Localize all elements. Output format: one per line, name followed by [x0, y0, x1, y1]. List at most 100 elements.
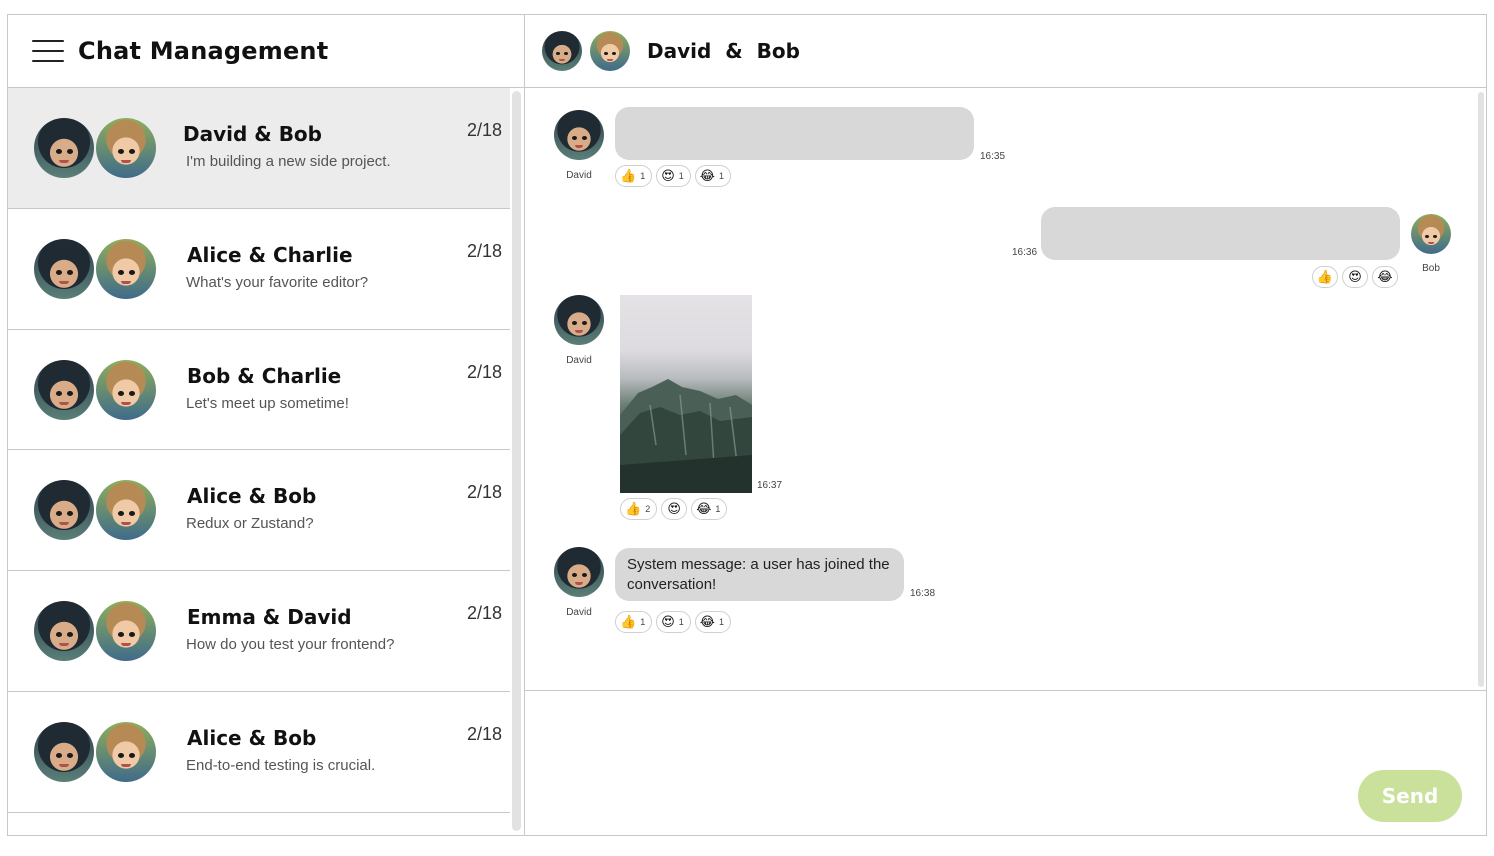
reaction-laughing[interactable]: 😂 1 [694, 165, 731, 187]
chat-panel: David & Bob David 16:35 👍 1 😍 1 😂 1 16:36 B… [525, 15, 1486, 835]
message-time: 16:36 [1012, 247, 1038, 258]
reaction-count: 1 [718, 171, 724, 181]
reaction-bar: 👍 1 😍 1 😂 1 [615, 165, 731, 187]
conversation-item[interactable]: Emma & David How do you test your fronte… [8, 571, 510, 692]
messages-scrollbar[interactable] [1478, 92, 1484, 687]
reaction-count: 1 [640, 617, 646, 627]
conversation-preview: I'm building a new side project. [186, 153, 391, 170]
sidebar-scrollbar[interactable] [512, 91, 521, 831]
conversation-avatars [34, 480, 156, 540]
laughing-icon: 😂 [699, 614, 715, 630]
heart-eyes-icon: 😍 [661, 614, 675, 630]
laughing-icon: 😂 [1377, 269, 1393, 285]
reaction-thumbs-up[interactable]: 👍 [1312, 266, 1338, 288]
reaction-count: 1 [718, 617, 724, 627]
avatar [96, 722, 156, 782]
thumbs-up-icon: 👍 [620, 168, 637, 184]
message-bubble: System message: a user has joined the co… [615, 548, 904, 601]
send-button[interactable]: Send [1358, 770, 1462, 822]
conversation-name: David & Bob [183, 122, 322, 146]
conversation-item[interactable]: Alice & Charlie What's your favorite edi… [8, 209, 510, 330]
conversation-preview: End-to-end testing is crucial. [186, 757, 376, 774]
conversation-date: 2/18 [466, 241, 502, 261]
conversation-avatars [34, 601, 156, 661]
avatar [96, 118, 156, 178]
sender-name: Bob [1422, 263, 1440, 274]
conversation-date: 2/18 [466, 724, 502, 744]
laughing-icon: 😂 [699, 168, 715, 184]
chat-title: David & Bob [647, 39, 800, 63]
reaction-heart-eyes[interactable]: 😍 1 [656, 165, 691, 187]
reaction-laughing[interactable]: 😂 1 [691, 498, 728, 520]
avatar [96, 239, 156, 299]
conversation-name: Alice & Bob [187, 484, 317, 508]
reaction-heart-eyes[interactable]: 😍 1 [656, 611, 691, 633]
message-time: 16:37 [757, 480, 783, 491]
avatar [34, 239, 94, 299]
avatar [34, 118, 94, 178]
thumbs-up-icon: 👍 [620, 614, 637, 630]
avatar [542, 31, 582, 71]
conversation-avatars [34, 118, 156, 178]
thumbs-up-icon: 👍 [1316, 269, 1334, 285]
message-sender: David [554, 547, 604, 618]
conversation-preview: Redux or Zustand? [186, 515, 314, 532]
reaction-bar: 👍 😍 😂 [1312, 266, 1398, 288]
reaction-laughing[interactable]: 😂 1 [694, 611, 731, 633]
reaction-bar: 👍 2 😍 😂 1 [620, 498, 728, 520]
conversation-avatars [34, 360, 156, 420]
conversation-name: Bob & Charlie [187, 364, 342, 388]
conversation-item[interactable]: David & Bob I'm building a new side proj… [8, 88, 510, 209]
message-sender: David [554, 295, 604, 366]
avatar [96, 480, 156, 540]
reaction-bar: 👍 1 😍 1 😂 1 [615, 611, 731, 633]
heart-eyes-icon: 😍 [1348, 269, 1362, 285]
reaction-thumbs-up[interactable]: 👍 1 [615, 611, 653, 633]
avatar [554, 295, 604, 345]
reaction-thumbs-up[interactable]: 👍 2 [620, 498, 658, 520]
reaction-count: 1 [640, 171, 646, 181]
avatar [96, 601, 156, 661]
avatar [554, 110, 604, 160]
message-bubble [1041, 207, 1400, 260]
conversation-date: 2/18 [466, 120, 502, 140]
reaction-heart-eyes[interactable]: 😍 [1342, 266, 1368, 288]
sender-name: David [566, 607, 592, 618]
avatar [590, 31, 630, 71]
reaction-thumbs-up[interactable]: 👍 1 [615, 165, 653, 187]
chat-header: David & Bob [525, 15, 1486, 88]
conversation-date: 2/18 [466, 482, 502, 502]
conversation-sidebar: Chat Management David & Bob I'm building… [8, 15, 525, 835]
conversation-name: Alice & Charlie [187, 243, 353, 267]
message-time: 16:38 [910, 588, 936, 599]
conversation-preview: What's your favorite editor? [186, 274, 369, 291]
message-sender: David [554, 110, 604, 181]
conversation-preview: Let's meet up sometime! [186, 395, 349, 412]
avatar [34, 480, 94, 540]
avatar [34, 360, 94, 420]
avatar [1411, 214, 1451, 254]
thumbs-up-icon: 👍 [625, 501, 642, 517]
hamburger-menu-icon[interactable] [32, 40, 64, 62]
message-composer[interactable]: Send [525, 692, 1486, 836]
reaction-heart-eyes[interactable]: 😍 [661, 498, 688, 520]
reaction-count: 1 [678, 171, 684, 181]
conversation-date: 2/18 [466, 362, 502, 382]
reaction-count: 1 [715, 504, 721, 514]
sidebar-header: Chat Management [8, 15, 524, 88]
conversation-item[interactable]: Bob & Charlie Let's meet up sometime! 2/… [8, 330, 510, 450]
conversation-name: Alice & Bob [187, 726, 317, 750]
conversation-avatars [34, 722, 156, 782]
laughing-icon: 😂 [696, 501, 712, 517]
conversation-item[interactable]: Alice & Bob End-to-end testing is crucia… [8, 692, 510, 813]
app-window: Chat Management David & Bob I'm building… [7, 14, 1487, 836]
heart-eyes-icon: 😍 [661, 168, 675, 184]
message-bubble [615, 107, 974, 160]
heart-eyes-icon: 😍 [667, 501, 681, 517]
avatar [34, 601, 94, 661]
reaction-laughing[interactable]: 😂 [1372, 266, 1398, 288]
reaction-count: 2 [645, 504, 651, 514]
misty-mountain-photo[interactable] [620, 295, 752, 493]
conversation-avatars [34, 239, 156, 299]
conversation-item[interactable]: Alice & Bob Redux or Zustand? 2/18 [8, 450, 510, 571]
